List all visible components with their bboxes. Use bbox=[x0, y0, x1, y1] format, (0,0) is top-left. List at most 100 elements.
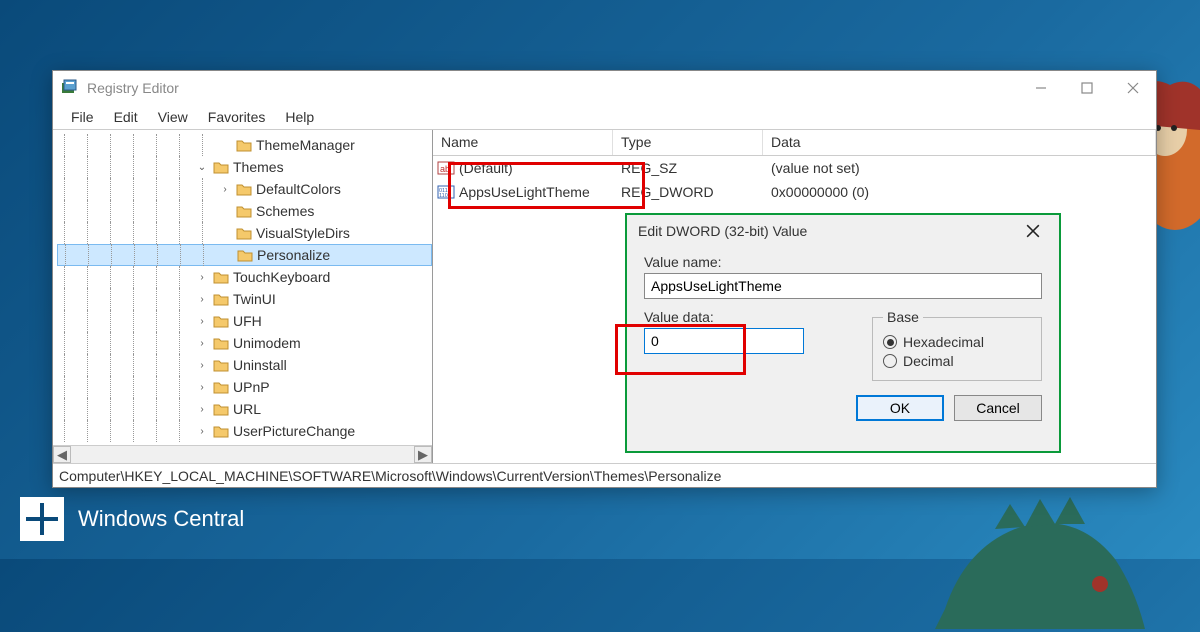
tree-item-label: URL bbox=[233, 401, 261, 417]
tree-item-label: TwinUI bbox=[233, 291, 276, 307]
windows-central-watermark: Windows Central bbox=[20, 497, 244, 541]
watermark-text: Windows Central bbox=[78, 506, 244, 532]
tree-toggle-icon[interactable]: › bbox=[195, 382, 209, 393]
tree-horizontal-scrollbar[interactable]: ◀ ▶ bbox=[53, 445, 432, 463]
tree-item[interactable]: Schemes bbox=[57, 200, 432, 222]
scroll-right-icon[interactable]: ▶ bbox=[414, 446, 432, 463]
tree-item[interactable]: › TwinUI bbox=[57, 288, 432, 310]
tree-toggle-icon[interactable]: › bbox=[195, 426, 209, 437]
folder-icon bbox=[236, 204, 252, 218]
statusbar-path: Computer\HKEY_LOCAL_MACHINE\SOFTWARE\Mic… bbox=[53, 463, 1156, 487]
tree-toggle-icon[interactable]: › bbox=[195, 404, 209, 415]
scroll-left-icon[interactable]: ◀ bbox=[53, 446, 71, 463]
menubar: File Edit View Favorites Help bbox=[53, 105, 1156, 129]
regedit-app-icon bbox=[61, 79, 79, 97]
tree-item-label: DefaultColors bbox=[256, 181, 341, 197]
svg-text:110: 110 bbox=[439, 193, 448, 199]
tree-item-label: UserPictureChange bbox=[233, 423, 355, 439]
folder-icon bbox=[213, 380, 229, 394]
folder-icon bbox=[213, 292, 229, 306]
folder-icon bbox=[213, 424, 229, 438]
reg-dword-icon: 011110 bbox=[437, 183, 455, 201]
tree-item[interactable]: Personalize bbox=[57, 244, 432, 266]
list-header: Name Type Data bbox=[433, 130, 1156, 156]
folder-icon bbox=[213, 160, 229, 174]
base-legend: Base bbox=[883, 309, 923, 325]
tree-item[interactable]: ›UFH bbox=[57, 310, 432, 332]
value-data-field[interactable] bbox=[644, 328, 804, 354]
dialog-close-button[interactable] bbox=[1018, 214, 1048, 248]
value-name: AppsUseLightTheme bbox=[459, 184, 590, 200]
folder-icon bbox=[213, 336, 229, 350]
radio-hexadecimal[interactable]: Hexadecimal bbox=[883, 334, 1031, 350]
reg-sz-icon: ab bbox=[437, 159, 455, 177]
menu-file[interactable]: File bbox=[63, 107, 102, 127]
dialog-title: Edit DWORD (32-bit) Value bbox=[638, 223, 807, 239]
radio-decimal[interactable]: Decimal bbox=[883, 353, 1031, 369]
folder-icon bbox=[213, 270, 229, 284]
folder-icon bbox=[213, 402, 229, 416]
folder-icon bbox=[237, 248, 253, 262]
tree-item-label: Uninstall bbox=[233, 357, 287, 373]
tree-item-label: UPnP bbox=[233, 379, 270, 395]
tree-toggle-icon[interactable]: › bbox=[218, 184, 232, 195]
folder-icon bbox=[236, 182, 252, 196]
tree-item[interactable]: › Uninstall bbox=[57, 354, 432, 376]
svg-text:ab: ab bbox=[440, 164, 450, 174]
tree-item-label: ThemeManager bbox=[256, 137, 355, 153]
tree-toggle-icon[interactable]: › bbox=[195, 338, 209, 349]
tree-item-label: VisualStyleDirs bbox=[256, 225, 350, 241]
folder-icon bbox=[236, 138, 252, 152]
value-name: (Default) bbox=[459, 160, 513, 176]
col-header-data[interactable]: Data bbox=[763, 130, 1156, 155]
tree-item[interactable]: › DefaultColors bbox=[57, 178, 432, 200]
value-data: (value not set) bbox=[763, 160, 1156, 176]
col-header-name[interactable]: Name bbox=[433, 130, 613, 155]
dialog-titlebar[interactable]: Edit DWORD (32-bit) Value bbox=[626, 214, 1060, 248]
tree-toggle-icon[interactable]: › bbox=[195, 294, 209, 305]
tree-item[interactable]: › TouchKeyboard bbox=[57, 266, 432, 288]
tree-item[interactable]: ThemeManager bbox=[57, 134, 432, 156]
col-header-type[interactable]: Type bbox=[613, 130, 763, 155]
tree-item[interactable]: › URL bbox=[57, 398, 432, 420]
value-name-field[interactable] bbox=[644, 273, 1042, 299]
tree-item-label: TouchKeyboard bbox=[233, 269, 330, 285]
tree-item[interactable]: › UserPictureChange bbox=[57, 420, 432, 442]
folder-icon bbox=[236, 226, 252, 240]
cancel-button[interactable]: Cancel bbox=[954, 395, 1042, 421]
value-name-label: Value name: bbox=[644, 254, 1042, 270]
list-row[interactable]: 011110AppsUseLightTheme REG_DWORD0x000000… bbox=[433, 180, 1156, 204]
ok-button[interactable]: OK bbox=[856, 395, 944, 421]
tree-item[interactable]: ⌄Themes bbox=[57, 156, 432, 178]
value-data-label: Value data: bbox=[644, 309, 850, 325]
window-title: Registry Editor bbox=[87, 80, 179, 96]
tree-item[interactable]: › UPnP bbox=[57, 376, 432, 398]
folder-icon bbox=[213, 314, 229, 328]
windows-central-logo-icon bbox=[20, 497, 64, 541]
titlebar[interactable]: Registry Editor bbox=[53, 71, 1156, 105]
menu-favorites[interactable]: Favorites bbox=[200, 107, 274, 127]
base-fieldset: Base Hexadecimal Decimal bbox=[872, 309, 1042, 381]
maximize-button[interactable] bbox=[1064, 71, 1110, 105]
menu-help[interactable]: Help bbox=[277, 107, 322, 127]
tree-item-label: Unimodem bbox=[233, 335, 301, 351]
tree-item[interactable]: VisualStyleDirs bbox=[57, 222, 432, 244]
radio-icon bbox=[883, 354, 897, 368]
close-button[interactable] bbox=[1110, 71, 1156, 105]
edit-dword-dialog: Edit DWORD (32-bit) Value Value name: Va… bbox=[625, 213, 1061, 453]
value-type: REG_SZ bbox=[613, 160, 763, 176]
value-type: REG_DWORD bbox=[613, 184, 763, 200]
menu-view[interactable]: View bbox=[150, 107, 196, 127]
tree-toggle-icon[interactable]: › bbox=[195, 316, 209, 327]
tree-toggle-icon[interactable]: › bbox=[195, 360, 209, 371]
tree-item[interactable]: › Unimodem bbox=[57, 332, 432, 354]
radio-icon bbox=[883, 335, 897, 349]
tree-toggle-icon[interactable]: ⌄ bbox=[195, 162, 209, 173]
value-data: 0x00000000 (0) bbox=[763, 184, 1156, 200]
minimize-button[interactable] bbox=[1018, 71, 1064, 105]
tree-pane: ThemeManager ⌄Themes › DefaultColors Schemes… bbox=[53, 130, 433, 463]
menu-edit[interactable]: Edit bbox=[106, 107, 146, 127]
tree-toggle-icon[interactable]: › bbox=[195, 272, 209, 283]
folder-icon bbox=[213, 358, 229, 372]
list-row[interactable]: ab (Default) REG_SZ(value not set) bbox=[433, 156, 1156, 180]
